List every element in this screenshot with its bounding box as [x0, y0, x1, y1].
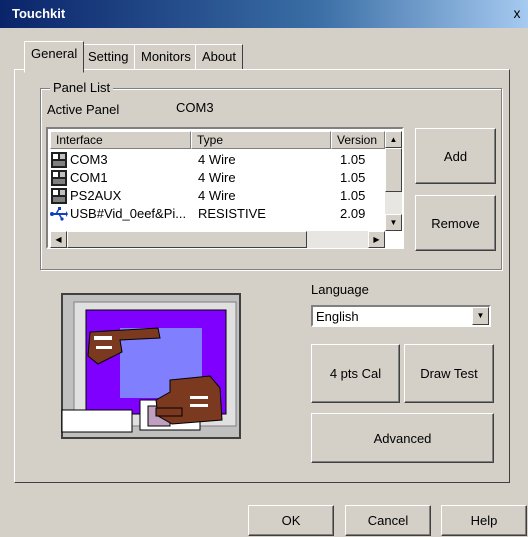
row-version: 1.05: [340, 170, 366, 185]
row-interface: COM1: [70, 170, 108, 185]
column-header-version[interactable]: Version: [331, 131, 385, 149]
scroll-left-icon[interactable]: ◀: [50, 231, 67, 248]
horizontal-scrollbar[interactable]: ◀ ▶: [50, 231, 385, 248]
list-item[interactable]: COM3 4 Wire 1.05: [50, 151, 380, 169]
tab-monitors[interactable]: Monitors: [134, 44, 198, 72]
row-interface: PS2AUX: [70, 188, 122, 203]
active-panel-label: Active Panel: [47, 102, 120, 117]
language-select-value: English: [316, 309, 359, 324]
row-type: RESISTIVE: [198, 206, 266, 221]
list-item[interactable]: PS2AUX 4 Wire 1.05: [50, 187, 380, 205]
row-version: 1.05: [340, 152, 366, 167]
cancel-button[interactable]: Cancel: [345, 505, 431, 536]
row-interface: COM3: [70, 152, 108, 167]
tab-about[interactable]: About: [195, 44, 243, 72]
close-icon[interactable]: x: [508, 4, 526, 22]
remove-button[interactable]: Remove: [415, 195, 496, 251]
title-bar[interactable]: Touchkit x: [0, 0, 528, 28]
row-version: 2.09: [340, 206, 366, 221]
advanced-button[interactable]: Advanced: [311, 413, 494, 463]
scroll-thumb[interactable]: [385, 148, 402, 192]
window-title: Touchkit: [12, 6, 66, 21]
tab-general[interactable]: General: [24, 41, 85, 73]
column-header-type[interactable]: Type: [191, 131, 331, 149]
chevron-down-icon[interactable]: ▼: [472, 307, 489, 325]
column-header-interface[interactable]: Interface: [50, 131, 191, 149]
row-interface: USB#Vid_0eef&Pi...: [70, 206, 187, 221]
panel-list-legend: Panel List: [50, 80, 114, 95]
help-button[interactable]: Help: [441, 505, 527, 536]
draw-test-button[interactable]: Draw Test: [404, 344, 494, 403]
tab-setting[interactable]: Setting: [81, 44, 136, 72]
ok-button[interactable]: OK: [248, 505, 334, 536]
vertical-scrollbar[interactable]: ▲ ▼: [385, 131, 402, 231]
row-version: 1.05: [340, 188, 366, 203]
language-select[interactable]: English ▼: [311, 305, 491, 327]
scroll-right-icon[interactable]: ▶: [368, 231, 385, 248]
list-item[interactable]: COM1 4 Wire 1.05: [50, 169, 380, 187]
language-label: Language: [311, 282, 369, 297]
add-button[interactable]: Add: [415, 128, 496, 184]
four-point-calibration-button[interactable]: 4 pts Cal: [311, 344, 400, 403]
list-item[interactable]: USB#Vid_0eef&Pi... RESISTIVE 2.09: [50, 205, 380, 223]
scroll-up-icon[interactable]: ▲: [385, 131, 402, 148]
row-type: 4 Wire: [198, 170, 236, 185]
usb-icon: [50, 207, 68, 224]
active-panel-value: COM3: [176, 100, 214, 115]
row-type: 4 Wire: [198, 152, 236, 167]
row-type: 4 Wire: [198, 188, 236, 203]
touchscreen-illustration: [60, 292, 248, 442]
scroll-down-icon[interactable]: ▼: [385, 214, 402, 231]
scroll-thumb[interactable]: [67, 231, 307, 248]
panel-list-view[interactable]: Interface Type Version COM3 4 Wire 1.05 …: [46, 127, 404, 249]
